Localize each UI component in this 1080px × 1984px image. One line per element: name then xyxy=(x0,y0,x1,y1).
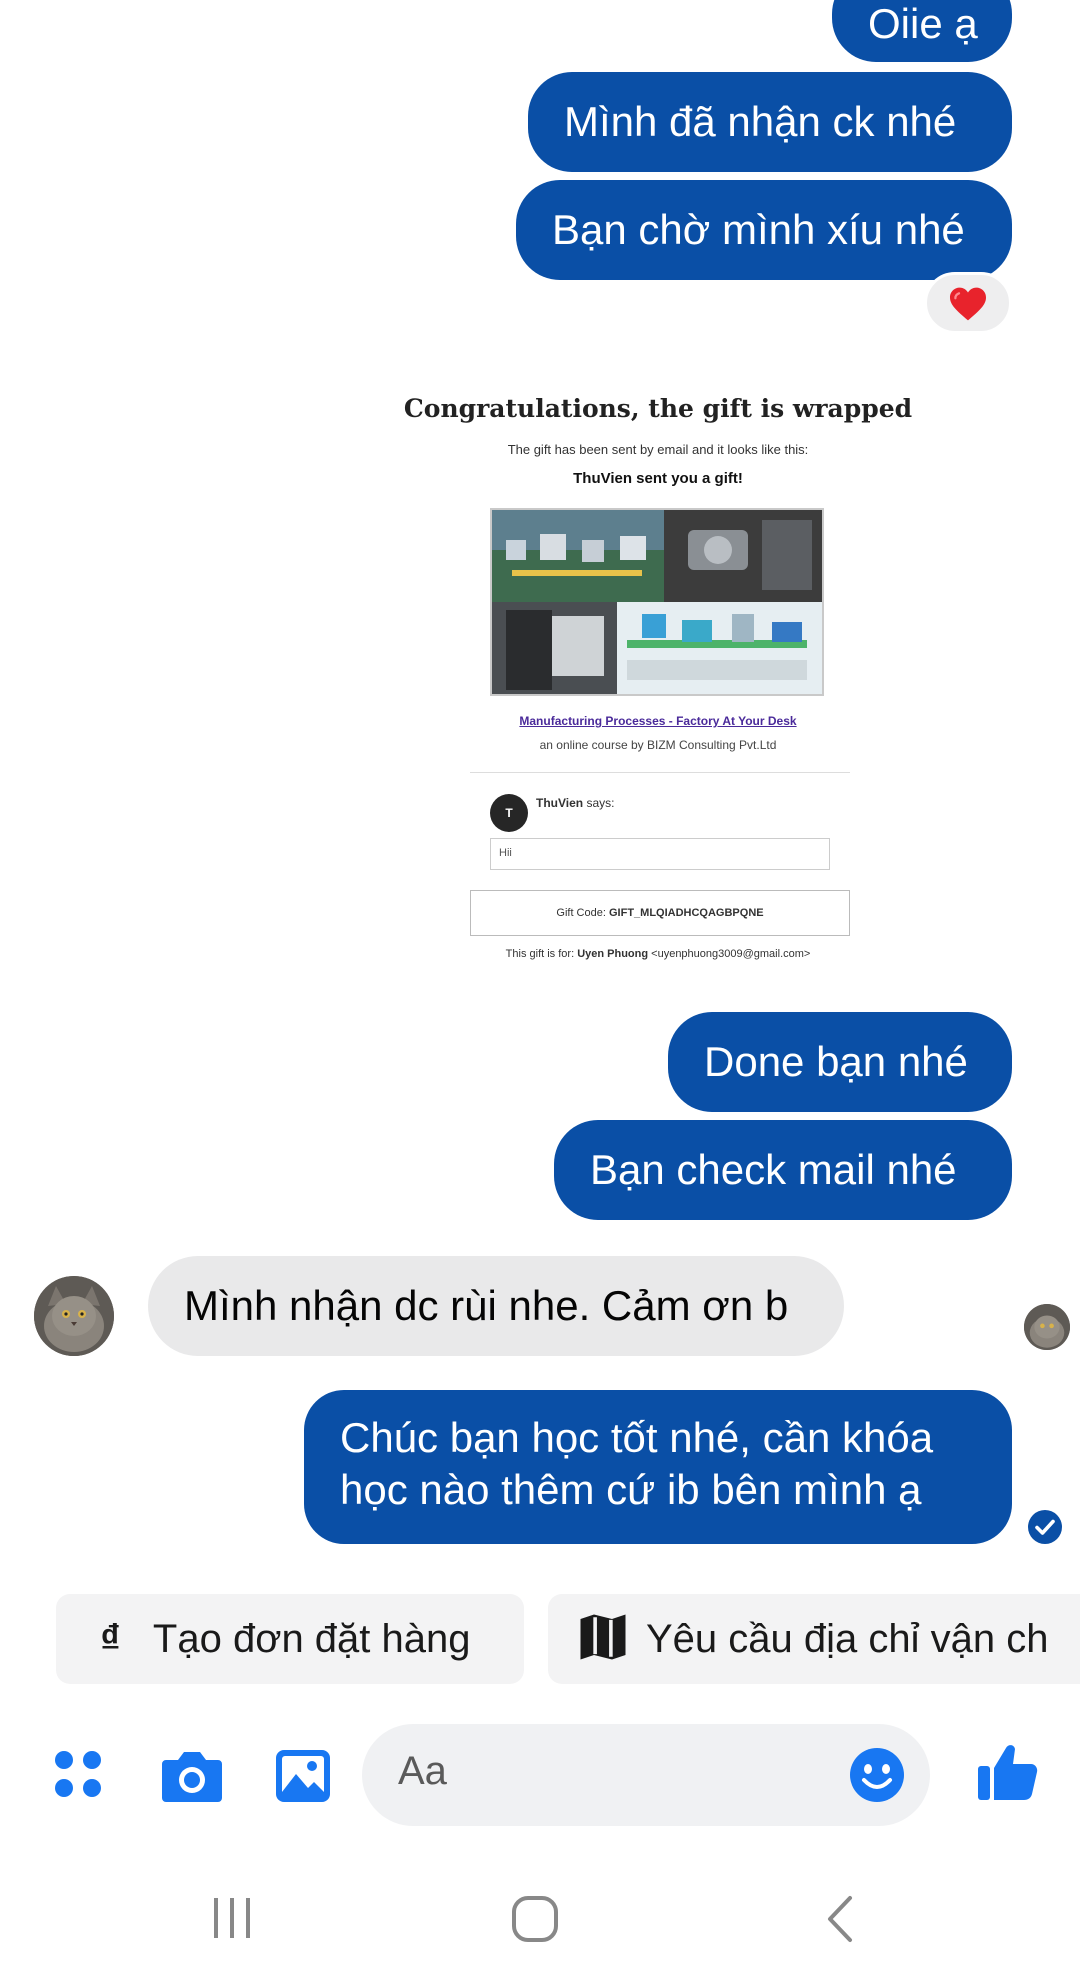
message-text: Mình đã nhận ck nhé xyxy=(564,98,957,145)
message-text: Bạn chờ mình xíu nhé xyxy=(552,206,965,253)
create-order-chip[interactable]: ₫ Tạo đơn đặt hàng xyxy=(56,1594,524,1684)
message-bubble-outgoing[interactable]: Done bạn nhé xyxy=(668,1012,1012,1112)
gift-code-box: Gift Code: GIFT_MLQIADHCQAGBPQNE xyxy=(470,890,850,936)
contact-avatar[interactable] xyxy=(34,1276,114,1356)
course-byline: an online course by BIZM Consulting Pvt.… xyxy=(539,738,777,752)
message-text-line-2: học nào thêm cứ ib bên mình ạ xyxy=(340,1466,922,1513)
cat-avatar-image xyxy=(34,1276,114,1356)
apps-button[interactable] xyxy=(50,1746,106,1802)
image-icon xyxy=(276,1750,330,1802)
camera-icon xyxy=(162,1752,222,1802)
sender-name: ThuVien xyxy=(536,796,584,810)
home-button[interactable] xyxy=(510,1894,560,1944)
thumbs-up-icon xyxy=(978,1745,1038,1800)
factory-collage-image xyxy=(492,510,822,694)
request-address-chip[interactable]: Yêu cầu địa chỉ vận ch xyxy=(548,1594,1080,1684)
reaction-pill[interactable] xyxy=(924,272,1012,334)
sender-avatar: T xyxy=(490,794,528,832)
map-icon xyxy=(580,1614,626,1660)
message-bubble-outgoing[interactable]: Bạn chờ mình xíu nhé xyxy=(516,180,1012,280)
message-bubble-incoming[interactable]: Mình nhận dc rùi nhe. Cảm ơn b xyxy=(148,1256,844,1356)
like-button[interactable] xyxy=(976,1740,1040,1804)
heart-icon xyxy=(950,287,986,321)
seen-avatar xyxy=(1024,1304,1070,1350)
divider xyxy=(470,772,850,773)
message-bubble-outgoing[interactable]: Mình đã nhận ck nhé xyxy=(528,72,1012,172)
gift-code-label: Gift Code: xyxy=(556,907,606,919)
recent-apps-button[interactable] xyxy=(208,1894,256,1942)
says-label: says: xyxy=(586,796,615,810)
message-placeholder: Aa xyxy=(398,1749,447,1793)
message-text: Done bạn nhé xyxy=(704,1038,968,1085)
message-text-line-1: Chúc bạn học tốt nhé, cần khóa xyxy=(340,1414,934,1461)
course-link[interactable]: Manufacturing Processes - Factory At You… xyxy=(304,714,1012,728)
camera-button[interactable] xyxy=(160,1748,224,1804)
dong-icon: ₫ xyxy=(100,1617,121,1661)
gift-for-label: This gift is for: xyxy=(505,948,575,960)
message-bubble-outgoing[interactable]: Chúc bạn học tốt nhé, cần khóa học nào t… xyxy=(304,1390,1012,1544)
gift-subtitle: The gift has been sent by email and it l… xyxy=(507,442,809,457)
gift-sent-line: ThuVien sent you a gift! xyxy=(573,470,743,487)
gift-code-value: GIFT_MLQIADHCQAGBPQNE xyxy=(608,907,764,919)
message-bubble-outgoing[interactable]: Oiie ạ xyxy=(832,0,1012,62)
create-order-label: Tạo đơn đặt hàng xyxy=(152,1617,471,1661)
emoji-icon[interactable] xyxy=(848,1746,906,1804)
course-thumbnail xyxy=(490,508,824,696)
message-input[interactable]: Aa xyxy=(362,1724,930,1826)
back-icon xyxy=(828,1896,852,1942)
gift-card-image[interactable]: Congratulations, the gift is wrapped The… xyxy=(304,370,1012,1006)
recipient-name: Uyen Phuong xyxy=(577,948,649,960)
message-text: Mình nhận dc rùi nhe. Cảm ơn b xyxy=(184,1282,789,1329)
gallery-button[interactable] xyxy=(274,1748,332,1804)
sent-check-icon xyxy=(1028,1510,1062,1544)
recipient-email: <uyenphuong3009@gmail.com> xyxy=(651,948,811,960)
cat-avatar-image xyxy=(1024,1304,1070,1350)
apps-grid-icon xyxy=(55,1751,101,1797)
gift-title: Congratulations, the gift is wrapped xyxy=(403,394,913,423)
message-text: Bạn check mail nhé xyxy=(590,1146,957,1193)
message-text: Oiie ạ xyxy=(868,0,978,47)
gift-recipient-line: This gift is for: Uyen Phuong <uyenphuon… xyxy=(304,948,1012,960)
message-bubble-outgoing[interactable]: Bạn check mail nhé xyxy=(554,1120,1012,1220)
back-button[interactable] xyxy=(822,1894,858,1944)
home-icon xyxy=(512,1896,558,1942)
gift-message-box: Hii xyxy=(490,838,830,870)
request-address-label: Yêu cầu địa chỉ vận ch xyxy=(646,1617,1049,1661)
recent-apps-icon xyxy=(214,1898,250,1938)
sender-says: ThuVien says: xyxy=(536,796,614,810)
